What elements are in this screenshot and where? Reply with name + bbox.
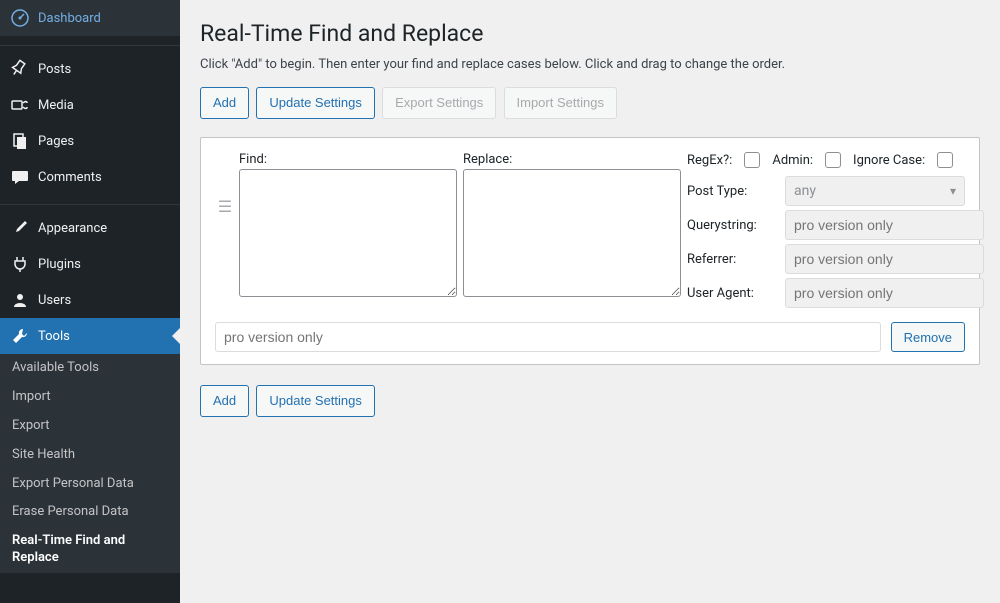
brush-icon (10, 218, 30, 238)
options-column: RegEx?: Admin: Ignore Case: Post Type: a… (687, 152, 965, 312)
regex-label: RegEx?: (687, 153, 732, 168)
referrer-label: Referrer: (687, 252, 777, 267)
useragent-row: User Agent: (687, 278, 965, 308)
admin-label: Admin: (772, 153, 813, 168)
chevron-down-icon: ▾ (950, 184, 956, 198)
menu-posts[interactable]: Posts (0, 51, 180, 87)
posttype-label: Post Type: (687, 184, 777, 199)
submenu-site-health[interactable]: Site Health (0, 441, 180, 470)
menu-dashboard[interactable]: Dashboard (0, 0, 180, 36)
menu-media[interactable]: Media (0, 87, 180, 123)
menu-label: Media (38, 98, 74, 113)
menu-label: Posts (38, 62, 71, 77)
menu-separator (0, 41, 180, 46)
checkbox-row: RegEx?: Admin: Ignore Case: (687, 152, 965, 168)
submenu-export[interactable]: Export (0, 412, 180, 441)
menu-label: Dashboard (38, 11, 101, 26)
drag-handle-icon[interactable]: ☰ (215, 197, 235, 216)
remove-button[interactable]: Remove (891, 322, 965, 352)
comments-icon (10, 167, 30, 187)
submenu-erase-personal-data[interactable]: Erase Personal Data (0, 498, 180, 527)
admin-checkbox[interactable] (825, 152, 841, 168)
submenu-import[interactable]: Import (0, 383, 180, 412)
case-row: ☰ Find: Replace: RegEx?: Admin: Ignore C… (215, 152, 965, 312)
add-button[interactable]: Add (200, 87, 249, 119)
posttype-row: Post Type: any ▾ (687, 176, 965, 206)
menu-plugins[interactable]: Plugins (0, 246, 180, 282)
submenu-export-personal-data[interactable]: Export Personal Data (0, 470, 180, 499)
menu-label: Comments (38, 170, 102, 185)
dashboard-icon (10, 8, 30, 28)
menu-label: Users (38, 293, 71, 308)
case-panel: ☰ Find: Replace: RegEx?: Admin: Ignore C… (200, 137, 980, 365)
menu-users[interactable]: Users (0, 282, 180, 318)
admin-sidebar: Dashboard Posts Media Pages Comments App… (0, 0, 180, 603)
tools-submenu: Available Tools Import Export Site Healt… (0, 354, 180, 573)
plug-icon (10, 254, 30, 274)
menu-pages[interactable]: Pages (0, 123, 180, 159)
main-content: Real-Time Find and Replace Click "Add" t… (180, 0, 1000, 603)
export-settings-button[interactable]: Export Settings (382, 87, 496, 119)
menu-separator (0, 200, 180, 205)
ignorecase-label: Ignore Case: (853, 153, 925, 168)
find-label: Find: (239, 152, 267, 167)
update-settings-button[interactable]: Update Settings (256, 87, 375, 119)
case-bottom-row: Remove (215, 322, 965, 352)
menu-label: Tools (38, 329, 70, 344)
useragent-input[interactable] (785, 278, 984, 308)
update-settings-button-bottom[interactable]: Update Settings (256, 385, 375, 417)
querystring-row: Querystring: (687, 210, 965, 240)
import-settings-button[interactable]: Import Settings (504, 87, 617, 119)
posttype-value: any (794, 183, 816, 199)
wrench-icon (10, 326, 30, 346)
top-button-row: Add Update Settings Export Settings Impo… (200, 87, 980, 119)
pin-icon (10, 59, 30, 79)
regex-checkbox[interactable] (744, 152, 760, 168)
media-icon (10, 95, 30, 115)
add-button-bottom[interactable]: Add (200, 385, 249, 417)
useragent-label: User Agent: (687, 286, 777, 301)
menu-appearance[interactable]: Appearance (0, 210, 180, 246)
submenu-realtime-find-replace[interactable]: Real-Time Find and Replace (0, 527, 180, 573)
menu-label: Plugins (38, 257, 81, 272)
querystring-label: Querystring: (687, 218, 777, 233)
menu-label: Pages (38, 134, 74, 149)
posttype-select[interactable]: any ▾ (785, 176, 965, 206)
intro-text: Click "Add" to begin. Then enter your fi… (200, 57, 980, 72)
replace-column: Replace: (463, 152, 681, 301)
menu-tools[interactable]: Tools (0, 318, 180, 354)
querystring-input[interactable] (785, 210, 984, 240)
referrer-input[interactable] (785, 244, 984, 274)
menu-comments[interactable]: Comments (0, 159, 180, 195)
replace-textarea[interactable] (463, 169, 681, 297)
replace-label: Replace: (463, 152, 512, 167)
note-input[interactable] (215, 322, 881, 352)
bottom-button-row: Add Update Settings (200, 385, 980, 417)
find-column: Find: (239, 152, 457, 301)
page-title: Real-Time Find and Replace (200, 20, 980, 47)
pages-icon (10, 131, 30, 151)
find-textarea[interactable] (239, 169, 457, 297)
users-icon (10, 290, 30, 310)
menu-label: Appearance (38, 221, 107, 236)
referrer-row: Referrer: (687, 244, 965, 274)
ignorecase-checkbox[interactable] (937, 152, 953, 168)
submenu-available-tools[interactable]: Available Tools (0, 354, 180, 383)
